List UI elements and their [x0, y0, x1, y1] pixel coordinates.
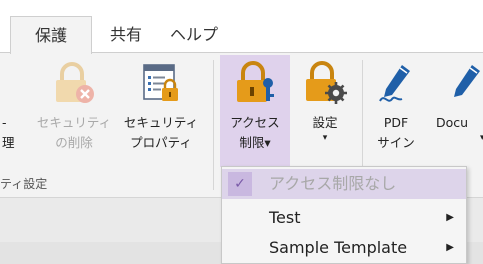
menu-item-label: アクセス制限なし — [269, 174, 397, 193]
pdf-sign-label-2: サイン — [377, 135, 415, 150]
pdf-sign-label-1: PDF — [383, 115, 409, 130]
menu-item-no-restriction[interactable]: ✓ アクセス制限なし — [222, 169, 466, 199]
access-restriction-label-1: アクセス — [230, 115, 280, 130]
menu-item-label: Sample Template — [269, 238, 408, 257]
menu-item-test[interactable]: Test ▶ — [222, 203, 466, 233]
delete-security-label-1: セキュリティ — [36, 115, 112, 130]
partial-label-2: 理 — [2, 135, 15, 150]
settings-button[interactable]: 設定 ▾ — [294, 55, 356, 175]
group-separator — [213, 60, 214, 190]
access-restriction-button[interactable]: アクセス 制限▾ — [220, 55, 290, 167]
access-restriction-label-2: 制限 — [239, 135, 265, 150]
security-properties-label-2: プロパティ — [130, 135, 192, 150]
pen-signature-icon — [374, 61, 418, 111]
docu-label: Docu — [436, 115, 469, 130]
access-restriction-caret: ▾ — [264, 135, 271, 150]
menu-item-sample-template[interactable]: Sample Template ▶ — [222, 233, 466, 263]
check-icon: ✓ — [228, 172, 252, 196]
lock-key-icon — [233, 61, 277, 111]
settings-caret: ▾ — [322, 133, 328, 143]
group-label: ティ設定 — [0, 177, 48, 191]
tab-share[interactable]: 共有 — [110, 16, 142, 54]
pen-icon — [442, 61, 482, 111]
submenu-arrow-icon: ▶ — [446, 242, 454, 253]
docu-button[interactable]: Docu ▾ — [432, 55, 483, 175]
lock-gear-icon — [303, 61, 347, 111]
delete-security-label-2: の削除 — [55, 135, 93, 150]
menu-item-label: Test — [269, 208, 301, 227]
partial-button[interactable]: - 理 — [0, 55, 22, 175]
submenu-arrow-icon: ▶ — [446, 212, 454, 223]
tab-protect[interactable]: 保護 — [10, 16, 92, 54]
pdf-sign-button[interactable]: PDF サイン — [364, 55, 428, 175]
settings-label: 設定 — [312, 115, 338, 130]
security-properties-button[interactable]: セキュリティ プロパティ — [118, 55, 204, 175]
document-lock-icon — [139, 61, 183, 111]
partial-label-1: - — [2, 115, 7, 130]
access-restriction-menu: ✓ アクセス制限なし Test ▶ Sample Template ▶ — [221, 166, 467, 264]
delete-security-button[interactable]: セキュリティ の削除 — [26, 55, 122, 175]
security-properties-label-1: セキュリティ — [123, 115, 199, 130]
docu-caret: ▾ — [480, 133, 483, 143]
lock-delete-icon — [52, 61, 96, 111]
ribbon-tab-bar: 保護 共有 ヘルプ — [0, 0, 483, 54]
tab-help[interactable]: ヘルプ — [170, 16, 218, 54]
